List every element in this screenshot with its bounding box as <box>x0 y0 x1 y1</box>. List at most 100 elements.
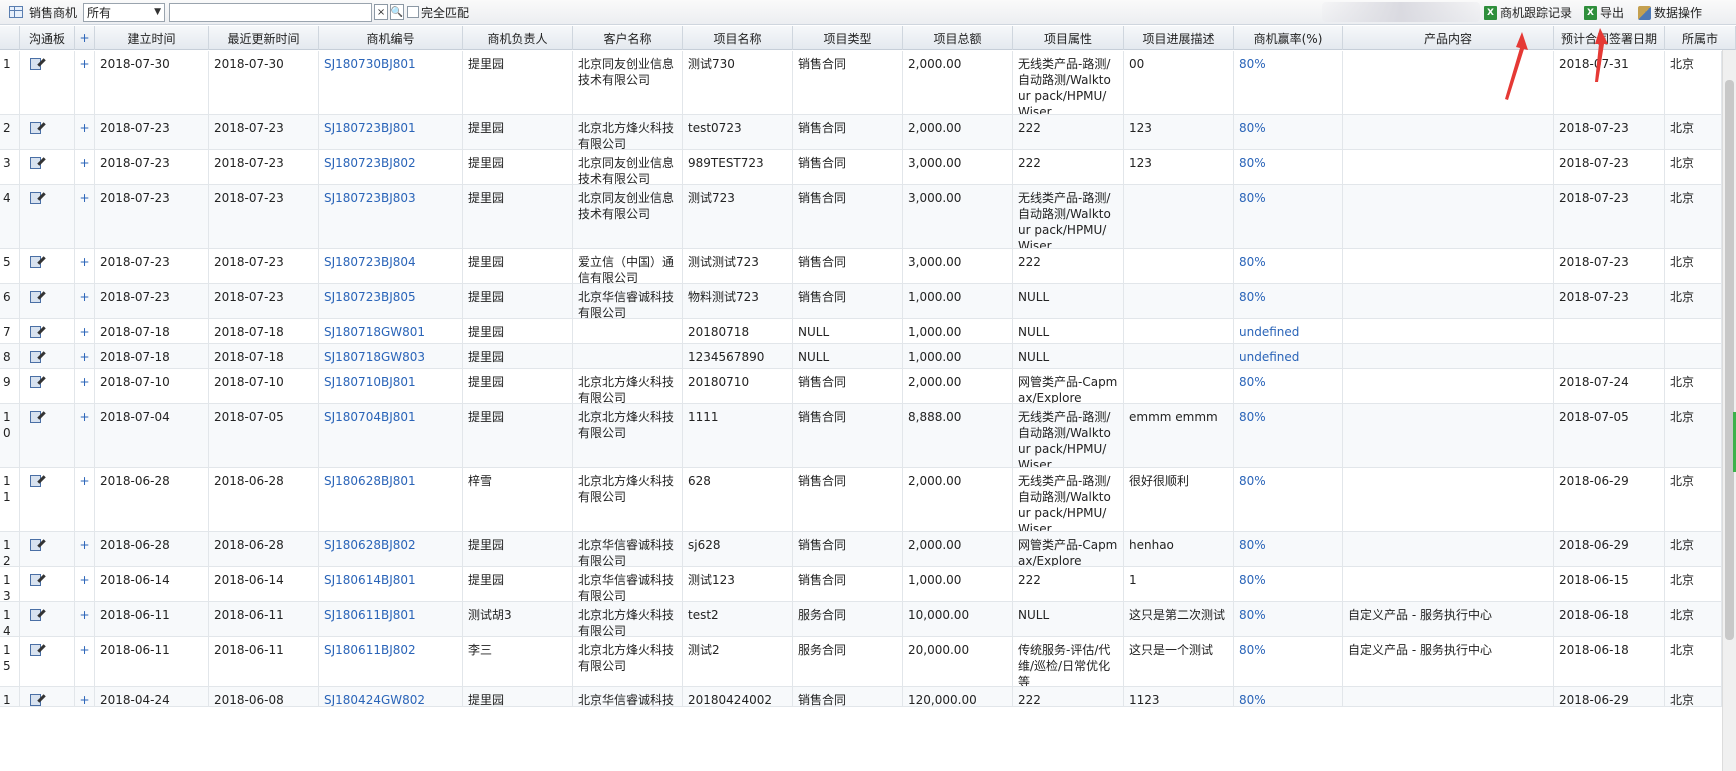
row-number: 15 <box>0 637 20 686</box>
table-row[interactable]: 1 +2018-07-30 2018-07-30 SJ180730BJ801 提里园 北京… <box>0 51 1722 115</box>
edit-note-icon[interactable] <box>30 375 46 389</box>
search-button[interactable]: 🔍 <box>390 4 405 20</box>
opportunity-id-link[interactable]: SJ180611BJ801 <box>319 602 463 636</box>
opportunity-id-link[interactable]: SJ180424GW802 <box>319 687 463 706</box>
header-customer[interactable]: 客户名称 <box>573 26 683 50</box>
cell-product <box>1343 344 1554 368</box>
table-row[interactable]: 16+2018-04-242018-06-08SJ180424GW802提里园北… <box>0 687 1722 707</box>
table-row[interactable]: 14 +2018-06-11 2018-06-11 SJ180611BJ801 测试胡3… <box>0 602 1722 637</box>
opportunity-id-link[interactable]: SJ180628BJ801 <box>319 468 463 531</box>
cell-updated: 2018-07-23 <box>209 284 319 318</box>
search-input[interactable] <box>169 2 373 22</box>
header-project-amount[interactable]: 项目总额 <box>903 26 1013 50</box>
opportunity-id-link[interactable]: SJ180723BJ804 <box>319 249 463 283</box>
data-ops-label: 数据操作 <box>1654 6 1703 20</box>
expand-row-button[interactable]: + <box>75 532 95 566</box>
table-row[interactable]: 9 +2018-07-10 2018-07-10 SJ180710BJ801 提里园 北京… <box>0 369 1722 404</box>
table-row[interactable]: 4 +2018-07-23 2018-07-23 SJ180723BJ803 提里园 北京… <box>0 185 1722 249</box>
table-row[interactable]: 2 +2018-07-23 2018-07-23 SJ180723BJ801 提里园 北京… <box>0 115 1722 150</box>
table-row[interactable]: 8 +2018-07-18 2018-07-18 SJ180718GW803 提里园 12… <box>0 344 1722 369</box>
expand-row-button[interactable]: + <box>75 249 95 283</box>
cell-attr: 222 <box>1013 687 1124 706</box>
expand-row-button[interactable]: + <box>75 284 95 318</box>
data-ops-button[interactable]: 数据操作 <box>1638 4 1702 21</box>
header-win-rate[interactable]: 商机赢率(%) <box>1234 26 1343 50</box>
opportunity-id-link[interactable]: SJ180614BJ801 <box>319 567 463 601</box>
opportunity-id-link[interactable]: SJ180628BJ802 <box>319 532 463 566</box>
table-row[interactable]: 12 +2018-06-28 2018-06-28 SJ180628BJ802 提里园北… <box>0 532 1722 567</box>
header-created[interactable]: 建立时间 <box>95 26 209 50</box>
expand-row-button[interactable]: + <box>75 687 95 706</box>
edit-note-icon[interactable] <box>30 643 46 657</box>
cell-city: 北京 <box>1665 567 1722 601</box>
expand-row-button[interactable]: + <box>75 637 95 686</box>
header-project-name[interactable]: 项目名称 <box>683 26 793 50</box>
expand-row-button[interactable]: + <box>75 404 95 467</box>
opportunity-id-link[interactable]: SJ180723BJ802 <box>319 150 463 184</box>
expand-row-button[interactable]: + <box>75 150 95 184</box>
header-project-type[interactable]: 项目类型 <box>793 26 903 50</box>
cell-rate: 80% <box>1234 51 1343 114</box>
scrollbar-thumb[interactable] <box>1725 80 1734 640</box>
expand-row-button[interactable]: + <box>75 344 95 368</box>
table-row[interactable]: 13 +2018-06-14 2018-06-14 SJ180614BJ801 提里园北… <box>0 567 1722 602</box>
opportunity-id-link[interactable]: SJ180704BJ801 <box>319 404 463 467</box>
export-button[interactable]: X 导出 <box>1584 4 1624 21</box>
header-owner[interactable]: 商机负责人 <box>463 26 573 50</box>
expand-row-button[interactable]: + <box>75 51 95 114</box>
expand-row-button[interactable]: + <box>75 185 95 248</box>
expand-row-button[interactable]: + <box>75 602 95 636</box>
edit-note-icon[interactable] <box>30 156 46 170</box>
opportunity-id-link[interactable]: SJ180718GW801 <box>319 319 463 343</box>
exact-match-checkbox[interactable] <box>407 6 420 18</box>
expand-row-button[interactable]: + <box>75 468 95 531</box>
edit-note-icon[interactable] <box>30 350 46 364</box>
expand-row-button[interactable]: + <box>75 115 95 149</box>
edit-note-icon[interactable] <box>30 538 46 552</box>
header-comm-board[interactable]: 沟通板 <box>20 26 75 50</box>
export-label: 导出 <box>1600 6 1625 20</box>
expand-row-button[interactable]: + <box>75 369 95 403</box>
cell-product <box>1343 532 1554 566</box>
edit-note-icon[interactable] <box>30 325 46 339</box>
edit-note-icon[interactable] <box>30 121 46 135</box>
tracking-record-button[interactable]: X 商机跟踪记录 <box>1484 4 1572 21</box>
edit-note-icon[interactable] <box>30 608 46 622</box>
cell-city: 北京 <box>1665 404 1722 467</box>
edit-note-icon[interactable] <box>30 57 46 71</box>
table-row[interactable]: 11 +2018-06-28 2018-06-28 SJ180628BJ801 梓雪 北京… <box>0 468 1722 532</box>
header-progress-desc[interactable]: 项目进展描述 <box>1124 26 1234 50</box>
table-row[interactable]: 10 +2018-07-04 2018-07-05 SJ180704BJ801 提里园北… <box>0 404 1722 468</box>
opportunity-id-link[interactable]: SJ180611BJ802 <box>319 637 463 686</box>
table-row[interactable]: 5 +2018-07-23 2018-07-23 SJ180723BJ804 提里园 爱立… <box>0 249 1722 284</box>
table-row[interactable]: 6 +2018-07-23 2018-07-23 SJ180723BJ805 提里园 北京… <box>0 284 1722 319</box>
opportunity-id-link[interactable]: SJ180718GW803 <box>319 344 463 368</box>
opportunity-id-link[interactable]: SJ180723BJ801 <box>319 115 463 149</box>
edit-note-icon[interactable] <box>30 474 46 488</box>
vertical-scrollbar[interactable] <box>1722 50 1736 771</box>
expand-row-button[interactable]: + <box>75 567 95 601</box>
edit-note-icon[interactable] <box>30 290 46 304</box>
header-opportunity-id[interactable]: 商机编号 <box>319 26 463 50</box>
edit-note-icon[interactable] <box>30 191 46 205</box>
table-row[interactable]: 15 +2018-06-11 2018-06-11 SJ180611BJ802 李三 北京… <box>0 637 1722 687</box>
opportunity-id-link[interactable]: SJ180723BJ805 <box>319 284 463 318</box>
opportunity-id-link[interactable]: SJ180730BJ801 <box>319 51 463 114</box>
header-expand[interactable]: + <box>75 26 95 50</box>
edit-note-icon[interactable] <box>30 410 46 424</box>
opportunity-id-link[interactable]: SJ180710BJ801 <box>319 369 463 403</box>
table-row[interactable]: 3 +2018-07-23 2018-07-23 SJ180723BJ802 提里园 北京… <box>0 150 1722 185</box>
expand-row-button[interactable]: + <box>75 319 95 343</box>
cell-rate: 80% <box>1234 249 1343 283</box>
header-city[interactable]: 所属市 <box>1665 26 1736 50</box>
clear-search-button[interactable]: × <box>374 4 389 20</box>
cell-amount: 1,000.00 <box>903 284 1013 318</box>
filter-select[interactable]: 所有 ▼ <box>83 2 166 22</box>
edit-note-icon[interactable] <box>30 573 46 587</box>
header-project-attr[interactable]: 项目属性 <box>1013 26 1124 50</box>
table-row[interactable]: 7 +2018-07-18 2018-07-18 SJ180718GW801 提里园 20… <box>0 319 1722 344</box>
edit-note-icon[interactable] <box>30 255 46 269</box>
edit-note-icon[interactable] <box>30 693 46 706</box>
opportunity-id-link[interactable]: SJ180723BJ803 <box>319 185 463 248</box>
header-updated[interactable]: 最近更新时间 <box>209 26 319 50</box>
